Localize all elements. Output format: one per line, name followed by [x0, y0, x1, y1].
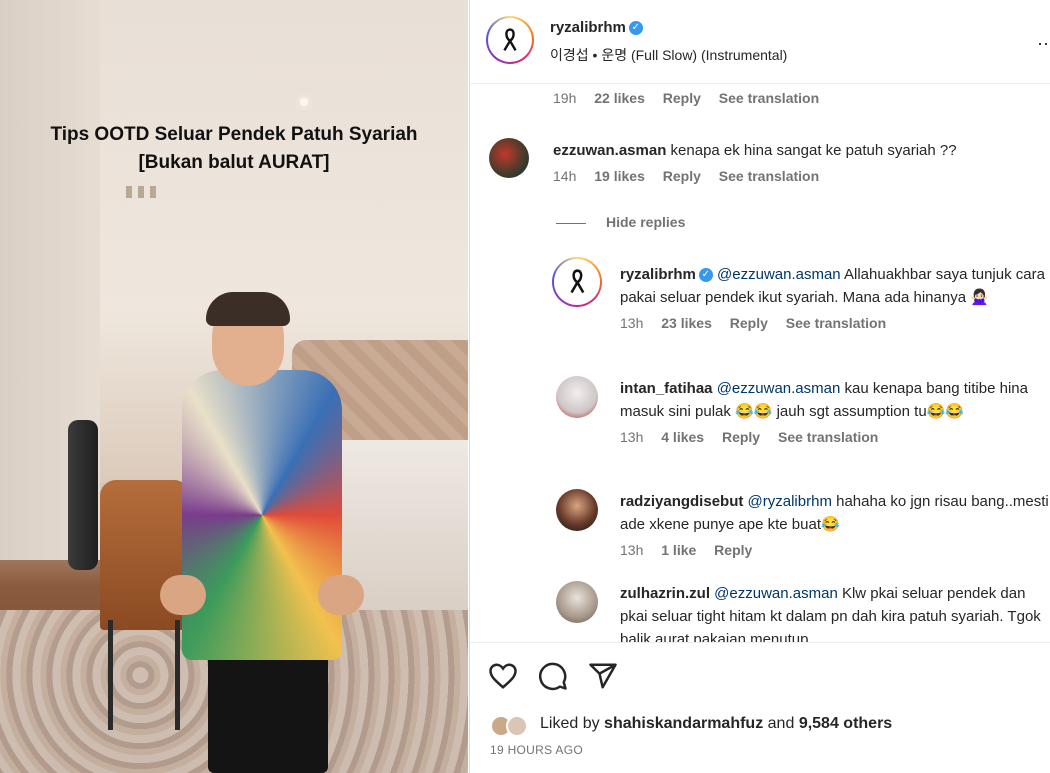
comment-username[interactable]: ezzuwan.asman — [553, 142, 666, 159]
mention-link[interactable]: @ryzalibrhm — [748, 493, 832, 510]
reply-avatar[interactable] — [556, 376, 598, 418]
likes-summary: Liked by shahiskandarmahfuz and 9,584 ot… — [540, 715, 892, 733]
reply-avatar[interactable] — [556, 489, 598, 531]
person-hair — [206, 292, 290, 326]
mention-link[interactable]: @ezzuwan.asman — [714, 585, 838, 602]
audio-track[interactable]: 이경섭 • 운명 (Full Slow) (Instrumental) — [550, 45, 787, 65]
author-avatar[interactable] — [486, 16, 534, 64]
verified-badge-icon: ✓ — [698, 268, 713, 283]
author-name-row: ryzalibrhm ✓ — [550, 19, 643, 37]
comment-username[interactable]: intan_fatihaa — [620, 380, 713, 397]
more-options-icon[interactable]: ⋯ — [1037, 34, 1050, 55]
wall-switch — [150, 186, 156, 198]
comment-username[interactable]: zulhazrin.zul — [620, 585, 710, 602]
video-caption-line1: Tips OOTD Seluar Pendek Patuh Syariah — [50, 124, 418, 145]
chair-leg — [175, 620, 180, 730]
reply-button[interactable]: Reply — [722, 429, 760, 445]
reply-button[interactable]: Reply — [663, 168, 701, 184]
see-translation-button[interactable]: See translation — [786, 315, 886, 331]
mention-link[interactable]: @ezzuwan.asman — [717, 266, 841, 283]
reply-button[interactable]: Reply — [714, 542, 752, 558]
see-translation-button[interactable]: See translation — [719, 168, 819, 184]
comment-meta: 19h 22 likes Reply See translation — [553, 90, 833, 106]
reply-avatar[interactable] — [552, 257, 602, 307]
comment-username[interactable]: radziyangdisebut — [620, 493, 743, 510]
comment-username[interactable]: ryzalibrhm — [620, 266, 696, 283]
person-hand — [318, 575, 364, 615]
hide-replies-button[interactable]: Hide replies — [556, 214, 685, 230]
post-header: ryzalibrhm ✓ 이경섭 • 운명 (Full Slow) (Instru… — [470, 0, 1050, 84]
verified-badge-icon: ✓ — [628, 20, 643, 35]
wall-switch — [126, 186, 132, 198]
author-username[interactable]: ryzalibrhm — [550, 19, 626, 36]
reply-button[interactable]: Reply — [730, 315, 768, 331]
comment-meta: 13h 23 likes Reply See translation — [620, 315, 1050, 331]
post-actions: Liked by shahiskandarmahfuz and 9,584 ot… — [470, 642, 1050, 773]
mention-link[interactable]: @ezzuwan.asman — [717, 380, 841, 397]
reply-ryzalibrhm: ryzalibrhm ✓ @ezzuwan.asman Allahuakhbar … — [620, 263, 1050, 331]
comment-likes[interactable]: 19 likes — [594, 168, 645, 184]
comment-likes[interactable]: 23 likes — [661, 315, 712, 331]
reply-button[interactable]: Reply — [663, 90, 701, 106]
comment-ezzuwan: ezzuwan.asman kenapa ek hina sangat ke p… — [553, 139, 1033, 184]
comment-meta: 13h 1 like Reply — [620, 542, 1050, 558]
wall-switch — [138, 186, 144, 198]
reply-intan: intan_fatihaa @ezzuwan.asman kau kenapa … — [620, 377, 1050, 445]
liker-avatar[interactable] — [506, 715, 528, 737]
comment-time: 13h — [620, 429, 644, 445]
ribbon-icon — [570, 269, 584, 294]
post-timestamp[interactable]: 19 HOURS AGO — [490, 743, 583, 757]
post-sidebar: ryzalibrhm ✓ 이경섭 • 운명 (Full Slow) (Instru… — [469, 0, 1050, 773]
video-caption-line2: [Bukan balut AURAT] — [138, 152, 330, 173]
comment-likes[interactable]: 1 like — [661, 542, 696, 558]
post-media[interactable]: Tips OOTD Seluar Pendek Patuh Syariah [B… — [0, 0, 468, 773]
tower-fan — [68, 420, 98, 570]
comment-text: kenapa ek hina sangat ke patuh syariah ?… — [670, 142, 957, 159]
comments-list[interactable]: 19h 22 likes Reply See translation ezzuw… — [470, 84, 1050, 642]
chair-leg — [108, 620, 113, 730]
share-icon[interactable] — [588, 661, 618, 691]
hide-replies-label: Hide replies — [606, 214, 686, 230]
commenter-avatar[interactable] — [489, 138, 529, 178]
comment-time: 14h — [553, 168, 577, 184]
comment-icon[interactable] — [538, 661, 568, 691]
comment-time: 13h — [620, 315, 644, 331]
comment-meta: 14h 19 likes Reply See translation — [553, 168, 1033, 184]
divider-line — [556, 222, 586, 224]
person-hand — [160, 575, 206, 615]
heart-icon[interactable] — [488, 661, 518, 691]
liked-by-and: and — [767, 715, 795, 732]
person-pants — [208, 650, 328, 773]
see-translation-button[interactable]: See translation — [719, 90, 819, 106]
comment-likes[interactable]: 4 likes — [661, 429, 704, 445]
comment-time: 19h — [553, 90, 577, 106]
reply-radzi: radziyangdisebut @ryzalibrhm hahaha ko j… — [620, 490, 1050, 558]
person-shirt — [182, 370, 342, 660]
see-translation-button[interactable]: See translation — [778, 429, 878, 445]
liked-by-others[interactable]: 9,584 others — [799, 715, 892, 732]
reply-zulhazrin: zulhazrin.zul @ezzuwan.asman Klw pkai se… — [620, 582, 1050, 642]
reply-avatar[interactable] — [556, 581, 598, 623]
liked-by-prefix: Liked by — [540, 715, 600, 732]
comment-likes[interactable]: 22 likes — [594, 90, 645, 106]
comment-time: 13h — [620, 542, 644, 558]
comment-meta: 13h 4 likes Reply See translation — [620, 429, 1050, 445]
ribbon-icon — [503, 28, 517, 52]
liked-by-user[interactable]: shahiskandarmahfuz — [604, 715, 763, 732]
ceiling-light — [300, 98, 308, 106]
